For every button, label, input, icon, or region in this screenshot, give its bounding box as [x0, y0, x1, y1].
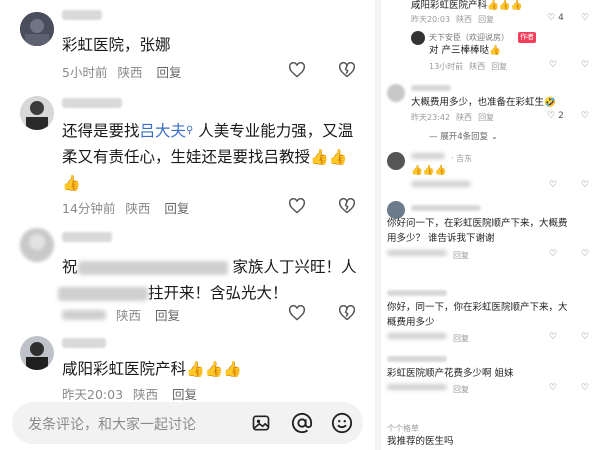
broken-heart-icon[interactable]: ♡ — [581, 13, 589, 23]
expand-replies-link[interactable]: — 展开4条回复 ⌄ — [429, 130, 498, 142]
reply-button[interactable]: 回复 — [478, 14, 494, 25]
blurred-username — [387, 290, 447, 296]
comment-text: 大概费用多少，也准备在彩虹生🤣 — [411, 97, 556, 108]
avatar[interactable] — [20, 336, 54, 370]
heart-icon[interactable]: ♡ — [549, 383, 557, 393]
heart-icon[interactable] — [286, 196, 308, 216]
comment-location: 陕西 — [116, 308, 142, 323]
avatar[interactable] — [20, 12, 54, 46]
comment-meta — [411, 181, 471, 187]
heart-icon[interactable] — [286, 303, 308, 323]
blurred-username — [62, 232, 112, 242]
heart-icon[interactable]: ♡ — [549, 60, 557, 70]
reply-button[interactable]: 回复 — [491, 61, 507, 72]
comment-input-bar[interactable]: 发条评论，和大家一起讨论 — [12, 402, 363, 444]
avatar[interactable] — [387, 152, 405, 170]
comment-panel-right: 咸阳彩虹医院产科👍👍👍 昨天20:03 陕西 回复 ♡ 4 ♡ 天下安臣（欢迎说房… — [381, 0, 600, 450]
comment-text: 你好问一下，在彩虹医院顺产下来，大概费 用多少？ 谁告诉我下谢谢 — [387, 218, 568, 244]
comment-username: 个个格草 — [387, 424, 419, 433]
comment-meta: 回复 — [387, 250, 469, 261]
at-mention-icon[interactable] — [291, 412, 313, 434]
heart-icon[interactable]: ♡ — [549, 249, 557, 259]
thumbs-up-emoji-icon: 👍 — [489, 45, 501, 56]
laughing-emoji-icon: 🤣 — [544, 97, 556, 108]
avatar[interactable] — [20, 228, 54, 262]
like-button[interactable]: ♡ 4 — [547, 13, 564, 23]
comment-location: 陕西 — [133, 387, 159, 402]
broken-heart-icon[interactable]: ♡ — [581, 180, 589, 190]
emoji-icon[interactable] — [331, 412, 353, 434]
comment-meta: 14分钟前 陕西 回复 — [62, 198, 189, 217]
thumbs-up-emoji-icon: 👍👍👍 — [411, 165, 447, 176]
avatar[interactable] — [387, 84, 405, 102]
comment-meta: 13小时前 陕西 回复 — [429, 61, 508, 72]
comment-meta: 昨天23:42 陕西 回复 — [411, 112, 495, 123]
reply-button[interactable]: 回复 — [155, 305, 180, 324]
comment-panel-left: 彩虹医院，张娜 5小时前 陕西 回复 还得是要找吕大夫⚲ 人美专业能力强，又温 … — [0, 0, 375, 450]
comment-text: 咸阳彩虹医院产科👍👍👍 — [411, 0, 523, 11]
broken-heart-icon[interactable]: ♡ — [581, 111, 589, 121]
broken-heart-icon[interactable]: ♡ — [581, 332, 589, 342]
blurred-username — [62, 10, 102, 20]
avatar[interactable] — [20, 96, 54, 130]
reply-button[interactable]: 回复 — [453, 250, 469, 261]
reply-button[interactable]: 回复 — [164, 198, 189, 217]
thumbs-up-emoji-icon: 👍👍 — [310, 148, 348, 166]
heart-icon[interactable]: ♡ — [549, 332, 557, 342]
comment-time: 14分钟前 — [62, 201, 116, 216]
thumbs-up-emoji-icon: 👍👍👍 — [487, 0, 523, 11]
comment-time: 5小时前 — [62, 65, 108, 80]
heart-icon: ♡ — [547, 111, 556, 121]
reply-button[interactable]: 回复 — [156, 62, 181, 81]
comment-text: 祝 家族人丁兴旺！人 拄开来！含弘光大！ — [58, 254, 367, 306]
comment-location: 陕西 — [117, 65, 143, 80]
comment-text: 我推荐的医生吗 — [387, 436, 454, 447]
thumbs-up-emoji-icon: 👍👍👍 — [186, 360, 243, 378]
blurred-username — [62, 98, 122, 108]
broken-heart-icon[interactable] — [336, 303, 358, 323]
comment-location: 陕西 — [125, 201, 151, 216]
comment-text: 你好，同一下，你在彩虹医院顺产下来，大 概费用多少 — [387, 302, 568, 328]
heart-icon[interactable]: ♡ — [549, 180, 557, 190]
thumbs-up-emoji-icon: 👍 — [62, 174, 81, 192]
comment-time: 昨天20:03 — [62, 387, 124, 402]
reply-text: 对 产三棒棒哒👍 — [429, 45, 501, 56]
comment-meta: 5小时前 陕西 回复 — [62, 62, 181, 81]
reply-button[interactable]: 回复 — [453, 333, 469, 344]
comment-text: 彩虹医院顺产花费多少啊 姐妹 — [387, 368, 514, 379]
reply-button[interactable]: 回复 — [453, 384, 469, 395]
broken-heart-icon[interactable]: ♡ — [581, 383, 589, 393]
comment-text: 咸阳彩虹医院产科👍👍👍 — [62, 360, 243, 378]
comment-meta: 回复 — [387, 333, 469, 344]
blurred-username — [411, 85, 451, 91]
comment-text: 彩虹医院，张娜 — [62, 36, 171, 54]
heart-icon[interactable] — [286, 60, 308, 80]
broken-heart-icon[interactable]: ♡ — [581, 60, 589, 70]
comment-meta: 昨天20:03 陕西 回复 — [411, 14, 495, 25]
reply-button[interactable]: 回复 — [172, 384, 197, 403]
avatar[interactable] — [411, 31, 425, 45]
like-button[interactable]: ♡ 2 — [547, 111, 564, 121]
comment-input[interactable]: 发条评论，和大家一起讨论 — [28, 414, 196, 434]
mention-link[interactable]: 吕大夫 — [140, 122, 187, 140]
blurred-username — [411, 205, 481, 211]
comment-meta: 昨天20:03 陕西 回复 — [62, 384, 197, 403]
broken-heart-icon[interactable] — [336, 196, 358, 216]
reply-button[interactable]: 回复 — [478, 112, 494, 123]
comment-meta: 回复 — [387, 384, 469, 395]
comment-text: 还得是要找吕大夫⚲ 人美专业能力强，又温 柔又有责任心，生娃还是要找吕教授👍👍 … — [62, 122, 354, 192]
author-badge: 作者 — [518, 32, 536, 43]
reply-author: 天下安臣（欢迎说房） 作者 — [429, 32, 536, 43]
heart-icon: ♡ — [547, 13, 556, 23]
broken-heart-icon[interactable]: ♡ — [581, 249, 589, 259]
broken-heart-icon[interactable] — [336, 60, 358, 80]
comment-meta: 陕西 回复 — [62, 305, 180, 324]
image-icon[interactable] — [250, 412, 272, 434]
blurred-username — [387, 356, 447, 362]
blurred-username — [62, 338, 106, 348]
